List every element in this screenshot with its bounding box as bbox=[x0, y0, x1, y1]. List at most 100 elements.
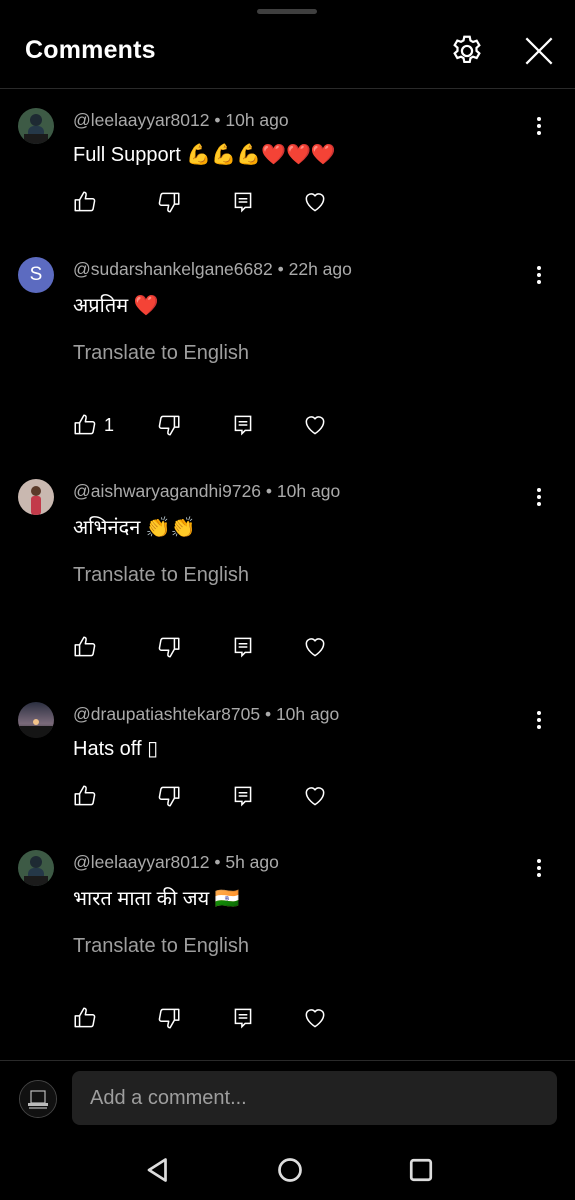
like-button[interactable] bbox=[72, 627, 104, 667]
reply-button[interactable] bbox=[230, 627, 256, 667]
back-triangle-icon bbox=[147, 1158, 167, 1182]
more-options-button[interactable] bbox=[527, 485, 551, 509]
thumbs-down-icon bbox=[158, 192, 180, 213]
avatar[interactable]: S bbox=[18, 257, 54, 293]
heart-icon bbox=[305, 193, 325, 212]
comment-actions bbox=[60, 998, 360, 1038]
heart-button[interactable] bbox=[302, 182, 328, 222]
reply-icon bbox=[234, 637, 252, 658]
header-divider bbox=[0, 88, 575, 89]
settings-button[interactable] bbox=[448, 32, 486, 70]
heart-button[interactable] bbox=[302, 627, 328, 667]
heart-icon bbox=[305, 1009, 325, 1028]
dislike-button[interactable] bbox=[156, 627, 182, 667]
dislike-button[interactable] bbox=[156, 776, 182, 816]
gear-icon bbox=[453, 35, 481, 64]
comment-actions: 1 bbox=[60, 405, 360, 445]
system-nav-bar bbox=[0, 1140, 575, 1200]
comment-text: Hats off ▯ bbox=[73, 738, 159, 760]
comment-time: 10h ago bbox=[275, 704, 340, 724]
dislike-button[interactable] bbox=[156, 405, 182, 445]
more-options-button[interactable] bbox=[527, 114, 551, 138]
comment-actions bbox=[60, 182, 360, 222]
comment-text: अप्रतिम ❤️ bbox=[73, 293, 159, 317]
more-options-button[interactable] bbox=[527, 708, 551, 732]
thumbs-up-icon bbox=[74, 191, 96, 212]
comment-text: भारत माता की जय 🇮🇳 bbox=[73, 886, 240, 910]
more-options-button[interactable] bbox=[527, 856, 551, 880]
comment-time: 10h ago bbox=[225, 110, 289, 130]
translate-link[interactable]: Translate to English bbox=[73, 564, 249, 587]
heart-button[interactable] bbox=[302, 776, 328, 816]
comment-actions bbox=[60, 627, 360, 667]
composer-divider bbox=[0, 1060, 575, 1061]
like-button[interactable] bbox=[72, 776, 104, 816]
comment-author[interactable]: @aishwaryagandhi9726 bbox=[73, 481, 261, 501]
close-button[interactable] bbox=[520, 32, 558, 70]
reply-icon bbox=[234, 415, 252, 436]
thumbs-up-icon bbox=[74, 636, 96, 657]
comment-time: 22h ago bbox=[288, 259, 352, 279]
comment-meta: @leelaayyar8012 • 5h ago bbox=[73, 852, 279, 872]
avatar[interactable] bbox=[18, 850, 54, 886]
thumbs-down-icon bbox=[158, 637, 180, 658]
comment-author[interactable]: @sudarshankelgane6682 bbox=[73, 259, 273, 279]
heart-icon bbox=[305, 787, 325, 806]
comment-actions bbox=[60, 776, 360, 816]
more-vert-icon bbox=[537, 117, 541, 135]
comment-meta: @leelaayyar8012 • 10h ago bbox=[73, 110, 289, 130]
reply-icon bbox=[234, 192, 252, 213]
comment-text: Full Support 💪💪💪❤️❤️❤️ bbox=[73, 142, 336, 166]
like-button[interactable] bbox=[72, 998, 104, 1038]
more-vert-icon bbox=[537, 488, 541, 506]
avatar[interactable] bbox=[18, 479, 54, 515]
avatar[interactable] bbox=[18, 108, 54, 144]
heart-button[interactable] bbox=[302, 405, 328, 445]
comment-author[interactable]: @leelaayyar8012 bbox=[73, 852, 209, 872]
avatar[interactable] bbox=[18, 702, 54, 738]
like-button[interactable]: 1 bbox=[72, 405, 114, 445]
dislike-button[interactable] bbox=[156, 998, 182, 1038]
reply-icon bbox=[234, 1008, 252, 1029]
thumbs-up-icon bbox=[74, 414, 96, 435]
reply-button[interactable] bbox=[230, 998, 256, 1038]
comment-author[interactable]: @leelaayyar8012 bbox=[73, 110, 209, 130]
reply-button[interactable] bbox=[230, 405, 256, 445]
recents-button[interactable] bbox=[403, 1152, 439, 1188]
thumbs-down-icon bbox=[158, 1008, 180, 1029]
comment-author[interactable]: @draupatiashtekar8705 bbox=[73, 704, 260, 724]
home-button[interactable] bbox=[272, 1152, 308, 1188]
comment-meta: @draupatiashtekar8705 • 10h ago bbox=[73, 704, 340, 724]
more-vert-icon bbox=[537, 711, 541, 729]
thumbs-down-icon bbox=[158, 415, 180, 436]
like-button[interactable] bbox=[72, 182, 104, 222]
comment-input[interactable] bbox=[72, 1071, 557, 1125]
reply-button[interactable] bbox=[230, 776, 256, 816]
thumbs-down-icon bbox=[158, 786, 180, 807]
more-options-button[interactable] bbox=[527, 263, 551, 287]
thumbs-up-icon bbox=[74, 1007, 96, 1028]
heart-button[interactable] bbox=[302, 998, 328, 1038]
more-vert-icon bbox=[537, 859, 541, 877]
comment-time: 5h ago bbox=[225, 852, 279, 872]
translate-link[interactable]: Translate to English bbox=[73, 935, 249, 958]
comment-text: अभिनंदन 👏👏 bbox=[73, 515, 196, 539]
more-vert-icon bbox=[537, 266, 541, 284]
comment-meta: @aishwaryagandhi9726 • 10h ago bbox=[73, 481, 341, 501]
heart-icon bbox=[305, 416, 325, 435]
translate-link[interactable]: Translate to English bbox=[73, 342, 249, 365]
back-button[interactable] bbox=[140, 1152, 176, 1188]
thumbs-up-icon bbox=[74, 785, 96, 806]
comments-header: Comments bbox=[0, 0, 575, 88]
heart-icon bbox=[305, 638, 325, 657]
comment-time: 10h ago bbox=[276, 481, 341, 501]
page-title: Comments bbox=[25, 36, 156, 64]
reply-button[interactable] bbox=[230, 182, 256, 222]
comment-meta: @sudarshankelgane6682 • 22h ago bbox=[73, 259, 352, 279]
dislike-button[interactable] bbox=[156, 182, 182, 222]
home-circle-icon bbox=[278, 1158, 302, 1182]
like-count: 1 bbox=[104, 414, 115, 435]
close-icon bbox=[525, 37, 553, 65]
recents-square-icon bbox=[409, 1158, 433, 1182]
current-user-avatar bbox=[19, 1080, 57, 1118]
